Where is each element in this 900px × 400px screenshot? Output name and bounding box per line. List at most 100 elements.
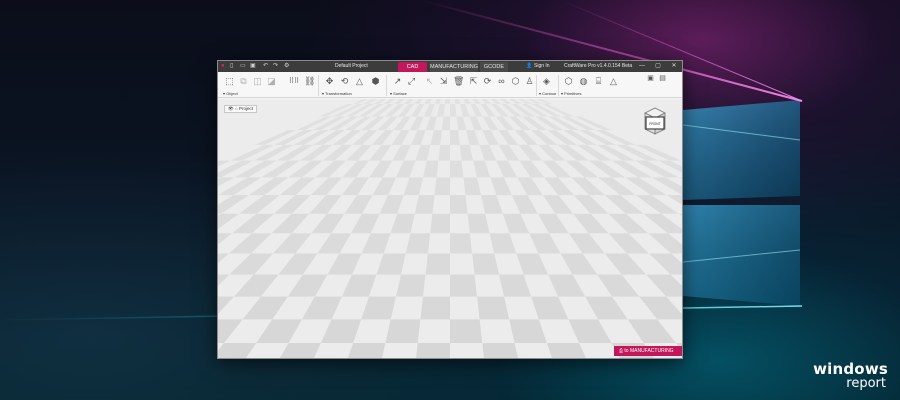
3d-viewport[interactable]: 👁 ⌂ Project FRONT ⎙ to MANUFACTURING <box>218 99 682 358</box>
floor-tile <box>414 195 435 214</box>
surface-extend-icon[interactable]: ⤢ <box>406 76 417 87</box>
project-tree-button[interactable]: 👁 ⌂ Project <box>224 105 257 113</box>
contour-box-icon[interactable]: ◈ <box>541 76 552 87</box>
infinity-icon[interactable]: ∞ <box>496 76 507 87</box>
redo-icon[interactable]: ↷ <box>273 63 278 70</box>
primitive-cone-icon[interactable]: △ <box>608 76 619 87</box>
floor-tile <box>649 253 682 275</box>
floor-tile <box>454 99 461 104</box>
floor-tile <box>317 233 351 254</box>
pointer-icon[interactable]: ↖ <box>424 76 435 87</box>
floor-tile <box>608 233 650 254</box>
ungroup-icon[interactable]: ◪ <box>266 76 277 87</box>
select-object-icon[interactable]: ⬚ <box>224 76 235 87</box>
surface-select-icon[interactable]: ↗ <box>392 76 403 87</box>
sign-in-button[interactable]: Sign In <box>534 61 550 72</box>
primitive-sphere-icon[interactable]: ◍ <box>578 76 589 87</box>
group-label-contour: ▾ Contour <box>539 91 557 96</box>
floor-tile <box>546 342 586 358</box>
maximize-button[interactable]: ▢ <box>652 61 664 72</box>
group-label-object: ▾ Object <box>223 91 238 96</box>
delete-trash-icon[interactable]: 🗑 <box>453 76 464 87</box>
floor-tile <box>274 195 311 214</box>
mirror-icon[interactable]: ⬢ <box>370 76 381 87</box>
undo-icon[interactable]: ↶ <box>263 63 268 70</box>
floor-tile <box>477 296 510 320</box>
floor-tile <box>391 130 410 145</box>
link-icon[interactable]: ⛓ <box>304 76 315 87</box>
settings-gear-icon[interactable]: ⚙ <box>284 63 289 70</box>
stamp-icon[interactable]: ♙ <box>524 76 535 87</box>
floor-tile <box>450 130 460 145</box>
floor-tile <box>472 99 481 104</box>
floor-tile <box>499 274 532 297</box>
ribbon-separator <box>318 75 319 96</box>
surface-offset-icon[interactable]: ⇱ <box>468 76 479 87</box>
floor-tile <box>480 195 503 214</box>
new-file-icon[interactable]: ▯ <box>230 63 233 70</box>
floor-tile <box>597 274 640 297</box>
floor-tile <box>393 116 411 131</box>
minimize-button[interactable]: — <box>636 61 648 72</box>
floor-tile <box>604 195 644 214</box>
floor-tile <box>403 177 424 196</box>
rotate-icon[interactable]: ⟲ <box>339 76 350 87</box>
paint-select-icon[interactable]: ⇲ <box>438 76 449 87</box>
floor-tile <box>571 177 605 196</box>
floor-tile <box>639 296 682 320</box>
floor-tile <box>309 195 342 214</box>
floor-tile <box>278 253 318 275</box>
floor-tile <box>218 253 229 264</box>
screenshot-icon[interactable]: ▣ <box>646 73 655 82</box>
floor-tile <box>320 319 362 343</box>
floor-tile <box>344 195 373 214</box>
floor-tile <box>434 177 450 196</box>
floor-tile <box>341 274 377 297</box>
floor-tile <box>430 213 450 234</box>
floor-tile <box>279 177 316 196</box>
tab-gcode[interactable]: GCODE <box>480 62 508 72</box>
floor-tile <box>409 116 424 131</box>
cube-outline-icon[interactable]: ⬡ <box>510 76 521 87</box>
floor-tile <box>341 177 370 196</box>
primitive-cylinder-icon[interactable]: ⌸ <box>593 76 604 87</box>
move-icon[interactable]: ✥ <box>324 76 335 87</box>
floor-tile <box>279 342 321 358</box>
floor-tile <box>511 195 538 214</box>
floor-tile <box>438 144 450 161</box>
surface-split-icon[interactable]: ⟳ <box>482 76 493 87</box>
tab-manufacturing[interactable]: MANUFACTURING <box>430 62 478 72</box>
primitive-cube-icon[interactable]: ⬡ <box>563 76 574 87</box>
open-folder-icon[interactable]: ▭ <box>240 63 246 70</box>
view-toggle-icon[interactable]: ▤ <box>658 73 667 82</box>
windows-report-logo: windows report <box>813 360 888 391</box>
floor-tile <box>548 274 586 297</box>
floor-tile <box>460 103 470 117</box>
floor-tile <box>350 213 380 234</box>
ribbon-toolbar: ⬚ ⧉ ◫ ◪ ⠿⠿ ⛓ ▾ Object ✥ ⟲ △ ⬢ ▾ Transfor… <box>218 72 682 98</box>
to-manufacturing-button[interactable]: ⎙ to MANUFACTURING <box>614 346 682 356</box>
floor-tile <box>529 233 561 254</box>
floor-tile <box>218 274 230 286</box>
floor-tile <box>345 144 372 161</box>
floor-tile <box>608 213 649 234</box>
scale-icon[interactable]: △ <box>354 76 365 87</box>
floor-tile <box>301 296 342 320</box>
arrange-icon[interactable]: ⠿⠿ <box>286 76 302 87</box>
close-button[interactable]: ✕ <box>668 61 680 72</box>
floor-tile <box>472 253 500 275</box>
floor-tile <box>585 296 628 320</box>
floor-tile <box>430 130 442 145</box>
tab-cad[interactable]: CAD <box>398 62 427 72</box>
floor-tile <box>423 103 435 117</box>
save-icon[interactable]: ▣ <box>250 63 256 70</box>
floor-tile <box>537 213 569 234</box>
view-cube[interactable]: FRONT <box>641 105 669 137</box>
copy-object-icon[interactable]: ⧉ <box>238 76 249 87</box>
floor-tile <box>459 144 474 161</box>
floor-tile <box>473 160 491 178</box>
group-icon[interactable]: ◫ <box>252 76 263 87</box>
floor-tile <box>228 233 272 254</box>
floor-tile <box>371 130 394 145</box>
floor-tile <box>218 213 239 230</box>
